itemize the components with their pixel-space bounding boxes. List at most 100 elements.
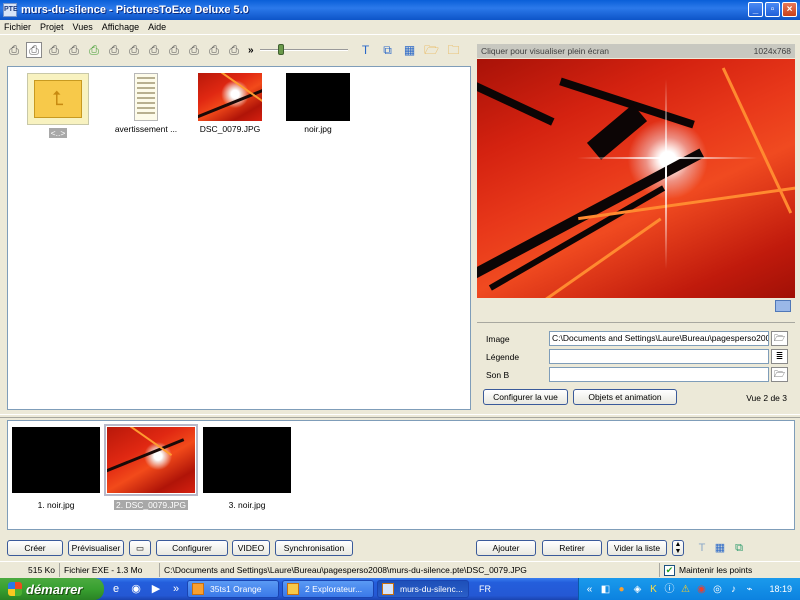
task-pte[interactable]: murs-du-silenc... [377,580,469,598]
legend-label: Légende [486,351,520,362]
clear-list-button[interactable]: Vider la liste [607,540,667,556]
zoom-slider-thumb[interactable] [277,44,284,55]
print-add-green-icon[interactable]: ⎙ [86,42,102,58]
slide-label: 1. noir.jpg [37,500,75,510]
print-icon[interactable]: ⎙ [186,42,202,58]
open-folder-icon[interactable]: 🗁 [424,42,440,58]
menu-vues[interactable]: Vues [73,22,93,32]
toolbar: ⎙ ⎙ ⎙ ⎙ ⎙ ⎙ ⎙ ⎙ ⎙ ⎙ ⎙ ⎙ » T ⧉ ▦ 🗁 🗀 [0,37,475,63]
start-button[interactable]: démarrer [0,578,104,600]
ie-icon[interactable]: e [108,581,124,597]
print-icon[interactable]: ⎙ [6,42,22,58]
folder-icon[interactable]: 🗀 [446,42,462,58]
status-exe-size: Fichier EXE - 1.3 Mo [60,562,160,577]
sound-field[interactable] [549,367,769,382]
slide-thumbnail [104,424,198,496]
print-icon[interactable]: ⎙ [166,42,182,58]
network-icon[interactable]: ◧ [599,583,612,596]
file-item-document[interactable]: avertissement ... [106,73,186,143]
edit-text-icon[interactable]: ≣ [771,349,788,364]
image-field[interactable]: C:\Documents and Settings\Laure\Bureau\p… [549,331,769,346]
minimize-button[interactable]: _ [748,2,763,17]
close-button[interactable]: × [782,2,797,17]
cd-icon[interactable]: ◎ [711,583,724,596]
status-path: C:\Documents and Settings\Laure\Bureau\p… [160,562,660,577]
print-icon[interactable]: ⎙ [106,42,122,58]
bottom-buttons: Créer Prévisualiser ▭ Configurer VIDEO S… [0,538,800,558]
more-icon[interactable]: » [248,45,254,56]
check-icon[interactable]: ✔ [664,564,675,576]
image-row: Image C:\Documents and Settings\Laure\Bu… [477,330,795,347]
remove-button[interactable]: Retirer [542,540,602,556]
media-player-icon[interactable]: ▶ [148,581,164,597]
configure-view-button[interactable]: Configurer la vue [483,389,568,405]
menu-affichage[interactable]: Affichage [102,22,139,32]
preview-image[interactable] [477,59,795,298]
fullscreen-button[interactable]: ▭ [129,540,151,556]
file-item-parent[interactable]: ⮤ <..> [18,73,98,143]
slide-item[interactable]: 1. noir.jpg [10,427,102,517]
title-bar: PTE murs-du-silence - PicturesToExe Delu… [0,0,800,20]
usb-icon[interactable]: ⌁ [743,583,756,596]
print-active-icon[interactable]: ⎙ [26,42,42,58]
language-indicator[interactable]: FR [473,584,497,594]
menu-bar: Fichier Projet Vues Affichage Aide [0,20,800,35]
maximize-button[interactable]: ▫ [765,2,780,17]
task-explorer[interactable]: 2 Explorateur... [282,580,374,598]
print-icon[interactable]: ⎙ [126,42,142,58]
taskbar: démarrer e ◉ ▶ » 35ts1 Orange 2 Explorat… [0,578,800,600]
menu-projet[interactable]: Projet [40,22,64,32]
zoom-slider[interactable] [259,42,348,58]
chevron-icon[interactable]: » [168,581,184,597]
print-icon[interactable]: ⎙ [46,42,62,58]
menu-fichier[interactable]: Fichier [4,22,31,32]
print-add-icon[interactable]: ⎙ [66,42,82,58]
splitter[interactable] [0,414,800,418]
antivirus-icon[interactable]: ◉ [695,583,708,596]
sound-label: Son B [486,369,510,380]
text-icon[interactable]: T [695,541,709,555]
open-icon[interactable]: 🗁 [771,367,788,382]
export-icon[interactable]: ⧉ [732,541,746,555]
firefox-icon[interactable]: ◉ [128,581,144,597]
orange-icon[interactable]: ● [615,583,628,596]
file-label: DSC_0079.JPG [199,124,261,134]
shield-icon[interactable]: ◈ [631,583,644,596]
task-orange[interactable]: 35ts1 Orange [187,580,279,598]
configure-button[interactable]: Configurer [156,540,228,556]
list-icon[interactable]: ▦ [713,541,727,555]
synchronisation-button[interactable]: Synchronisation [275,540,353,556]
volume-icon[interactable]: ♪ [727,583,740,596]
print-icon[interactable]: ⎙ [146,42,162,58]
move-updown-button[interactable]: ▲ ▼ [672,540,684,556]
folder-icon[interactable] [775,300,791,312]
text-icon[interactable]: T [358,42,374,58]
preview-button[interactable]: Prévisualiser [68,540,124,556]
copy-icon[interactable]: ⧉ [380,42,396,58]
info-icon[interactable]: ⓘ [663,583,676,596]
k-icon[interactable]: K [647,583,660,596]
view-icon[interactable]: ▦ [402,42,418,58]
objects-animation-button[interactable]: Objets et animation [573,389,677,405]
add-button[interactable]: Ajouter [476,540,536,556]
legend-field[interactable] [549,349,769,364]
file-item-noir[interactable]: noir.jpg [278,73,358,143]
slide-item[interactable]: 3. noir.jpg [201,427,293,517]
file-item-dsc[interactable]: DSC_0079.JPG [190,73,270,143]
properties-panel: Image C:\Documents and Settings\Laure\Bu… [477,322,795,410]
open-icon[interactable]: 🗁 [771,331,788,346]
sound-row: Son B 🗁 [477,366,795,383]
menu-aide[interactable]: Aide [148,22,166,32]
warning-icon[interactable]: ⚠ [679,583,692,596]
print-icon[interactable]: ⎙ [226,42,242,58]
keep-points-checkbox[interactable]: ✔ Maintenir les points [660,563,800,577]
slide-item[interactable]: 2. DSC_0079.JPG [104,424,198,517]
print-icon[interactable]: ⎙ [206,42,222,58]
create-button[interactable]: Créer [7,540,63,556]
folder-up-icon: ⮤ [27,73,89,125]
arrow-icon[interactable]: « [583,583,596,596]
window-title: murs-du-silence - PicturesToExe Deluxe 5… [21,4,249,16]
status-bar: 515 Ko Fichier EXE - 1.3 Mo C:\Documents… [0,561,800,577]
preview-resolution: 1024x768 [753,46,791,56]
video-button[interactable]: VIDEO [232,540,270,556]
